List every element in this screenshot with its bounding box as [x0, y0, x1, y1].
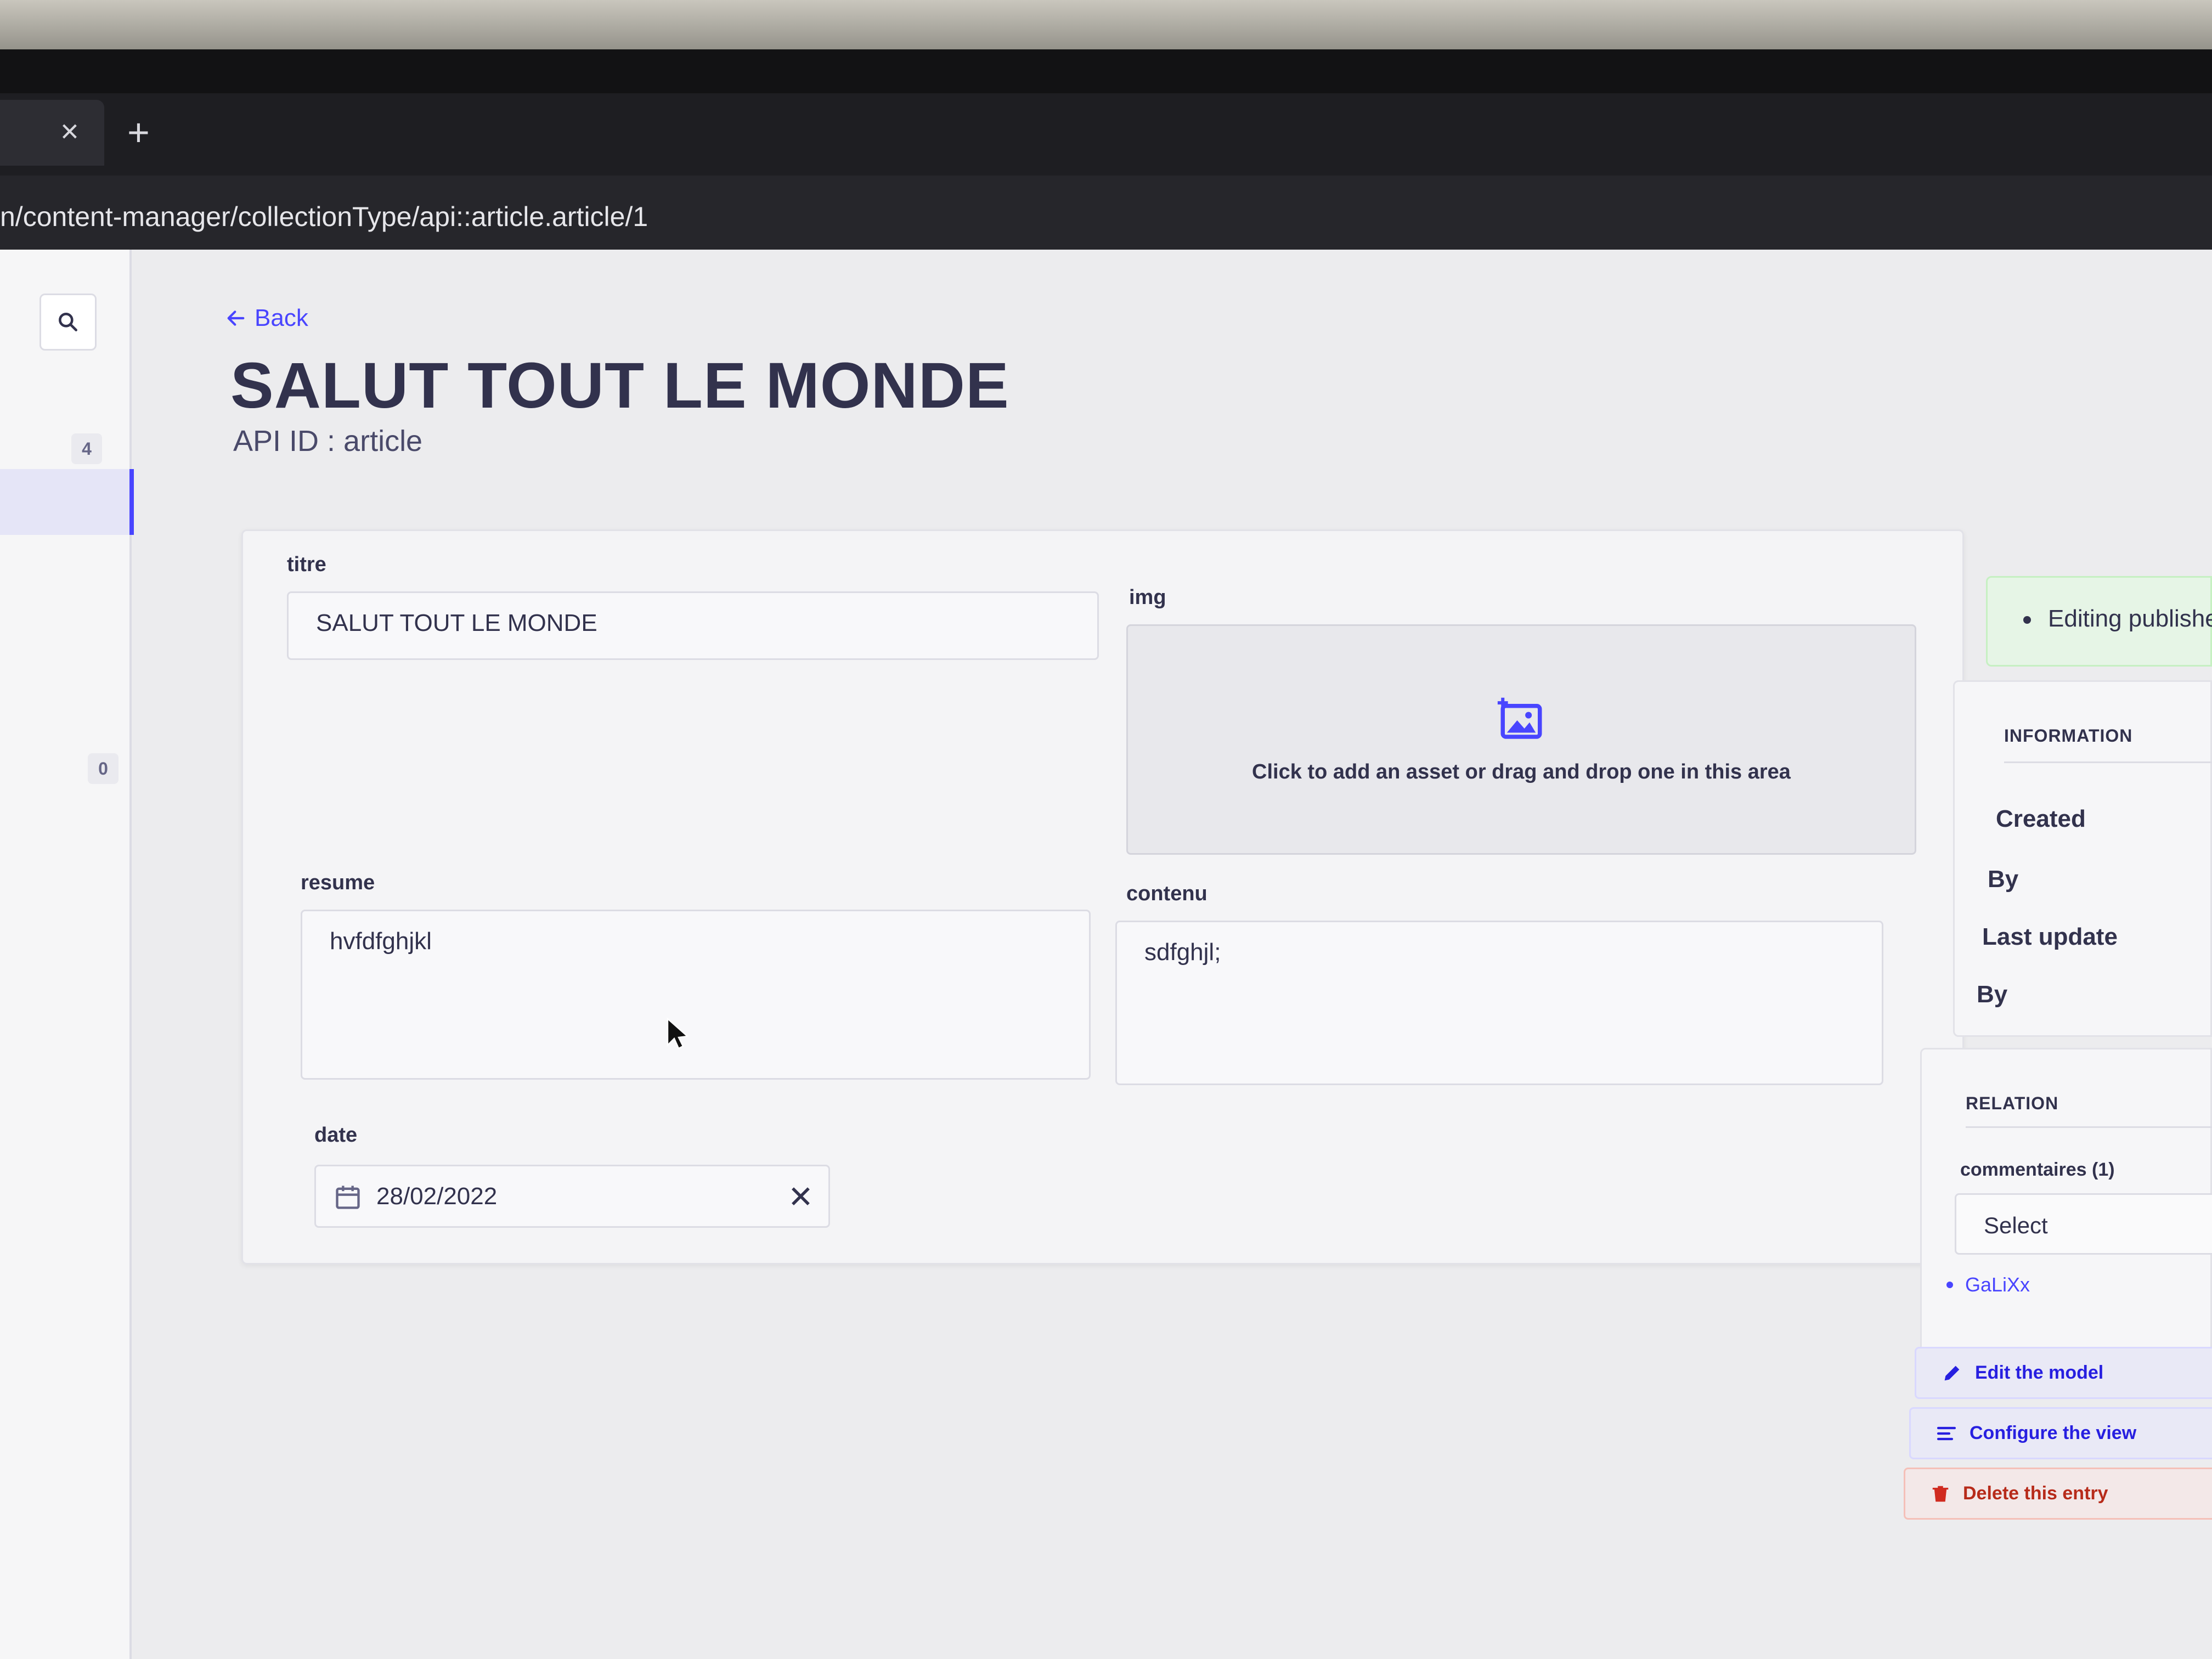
- calendar-icon: [336, 1186, 360, 1209]
- status-dot: [2023, 616, 2031, 624]
- configure-view-label: Configure the view: [1970, 1423, 2137, 1443]
- active-nav-item[interactable]: [0, 469, 134, 535]
- search-icon: [59, 313, 77, 331]
- content-manager-app: 4 0 Back SALUT TOUT LE MONDE API ID : ar…: [0, 250, 2212, 1659]
- browser-tab-bar: × +: [0, 93, 2212, 176]
- date-value: 28/02/2022: [376, 1183, 498, 1210]
- commentaires-label: commentaires (1): [1960, 1159, 2115, 1180]
- count-badge: 4: [71, 433, 102, 464]
- status-text: Editing publishe: [2048, 605, 2212, 632]
- contenu-label: contenu: [1126, 882, 1207, 905]
- close-tab-icon[interactable]: ×: [60, 115, 79, 148]
- delete-entry-label: Delete this entry: [1963, 1483, 2108, 1504]
- mouse-cursor-icon: [667, 1018, 689, 1049]
- configure-view-button[interactable]: Configure the view: [1909, 1407, 2212, 1459]
- information-panel: INFORMATION Created By Last update By: [1953, 680, 2212, 1037]
- asset-dropzone-hint: Click to add an asset or drag and drop o…: [1252, 760, 1791, 783]
- commentaires-select[interactable]: Select: [1955, 1193, 2212, 1255]
- last-update-label: Last update: [1982, 923, 2118, 950]
- back-link[interactable]: Back: [225, 304, 308, 332]
- add-image-icon: [1497, 697, 1542, 739]
- back-label: Back: [255, 304, 308, 331]
- select-placeholder: Select: [1984, 1212, 2048, 1238]
- count-badge: 0: [88, 753, 119, 784]
- relation-bullet: [1946, 1282, 1953, 1288]
- updated-by-label: By: [1977, 981, 2008, 1008]
- delete-entry-button[interactable]: Delete this entry: [1904, 1468, 2212, 1520]
- trash-icon: [1932, 1486, 1949, 1502]
- asset-dropzone[interactable]: Click to add an asset or drag and drop o…: [1126, 624, 1916, 855]
- monitor-bezel: [0, 49, 2212, 99]
- resume-textarea[interactable]: hvfdfghjkl: [301, 910, 1091, 1080]
- edit-model-button[interactable]: Edit the model: [1915, 1347, 2212, 1399]
- page-title: SALUT TOUT LE MONDE: [230, 349, 1009, 422]
- titre-input[interactable]: SALUT TOUT LE MONDE: [287, 591, 1099, 660]
- date-picker-input[interactable]: 28/02/2022 ✕: [314, 1165, 830, 1228]
- browser-tab[interactable]: ×: [0, 100, 104, 166]
- pencil-icon: [1944, 1365, 1960, 1380]
- search-button[interactable]: [40, 294, 97, 351]
- img-label: img: [1129, 586, 1166, 609]
- edit-model-label: Edit the model: [1975, 1362, 2104, 1383]
- relation-panel: RELATION commentaires (1) Select GaLiXx: [1920, 1048, 2212, 1366]
- left-subnav: 4 0: [0, 250, 134, 1659]
- url-text[interactable]: n/content-manager/collectionType/api::ar…: [0, 201, 648, 233]
- contenu-editor[interactable]: sdfghjl;: [1115, 921, 1883, 1085]
- resume-label: resume: [301, 871, 375, 894]
- api-id-subtitle: API ID : article: [233, 425, 423, 458]
- created-label: Created: [1996, 805, 2086, 832]
- information-heading: INFORMATION: [2004, 726, 2133, 746]
- new-tab-icon[interactable]: +: [127, 113, 150, 151]
- entry-form-card: titre SALUT TOUT LE MONDE img Click to a…: [241, 529, 1964, 1265]
- publish-status-panel: Editing publishe: [1986, 576, 2212, 667]
- relation-item-label: GaLiXx: [1965, 1273, 2030, 1296]
- arrow-left-icon: [227, 311, 245, 326]
- titre-label: titre: [287, 553, 326, 576]
- list-icon: [1937, 1426, 1956, 1440]
- relation-item[interactable]: GaLiXx: [1946, 1273, 2030, 1296]
- relation-heading: RELATION: [1966, 1093, 2059, 1113]
- divider: [2004, 761, 2212, 763]
- divider: [1966, 1126, 2212, 1128]
- address-bar[interactable]: n/content-manager/collectionType/api::ar…: [0, 176, 2212, 292]
- date-label: date: [314, 1124, 358, 1147]
- clear-date-icon[interactable]: ✕: [788, 1182, 814, 1212]
- created-by-label: By: [1988, 866, 2019, 893]
